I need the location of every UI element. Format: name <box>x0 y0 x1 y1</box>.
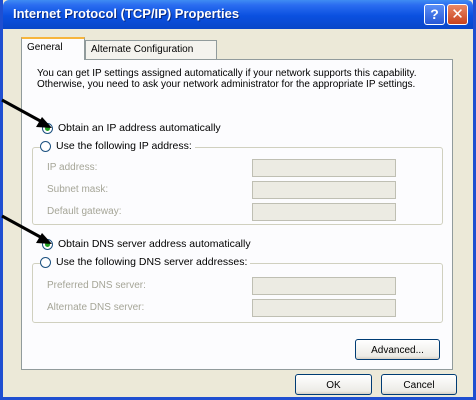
use-following-ip-option[interactable]: Use the following IP address: <box>40 140 195 152</box>
annotation-arrow-ip <box>1 98 52 128</box>
use-following-ip-radio[interactable] <box>40 140 51 152</box>
general-tab-panel: You can get IP settings assigned automat… <box>21 59 453 370</box>
annotation-arrow-dns <box>1 214 52 244</box>
obtain-ip-auto-option[interactable]: Obtain an IP address automatically <box>42 122 221 134</box>
help-button[interactable]: ? <box>424 4 445 25</box>
advanced-button[interactable]: Advanced... <box>355 339 440 360</box>
window-title: Internet Protocol (TCP/IP) Properties <box>13 6 240 21</box>
obtain-ip-auto-label: Obtain an IP address automatically <box>58 122 221 134</box>
alternate-dns-input[interactable] <box>252 299 396 317</box>
ok-button[interactable]: OK <box>295 374 372 395</box>
alternate-dns-label: Alternate DNS server: <box>47 302 145 313</box>
subnet-mask-label: Subnet mask: <box>47 184 109 195</box>
preferred-dns-label: Preferred DNS server: <box>47 280 146 291</box>
default-gateway-input[interactable] <box>252 203 396 221</box>
preferred-dns-input[interactable] <box>252 277 396 295</box>
alternate-dns-row: Alternate DNS server: <box>33 299 442 319</box>
obtain-dns-auto-option[interactable]: Obtain DNS server address automatically <box>42 238 251 250</box>
preferred-dns-row: Preferred DNS server: <box>33 277 442 297</box>
use-following-dns-option[interactable]: Use the following DNS server addresses: <box>40 256 251 268</box>
properties-dialog: Internet Protocol (TCP/IP) Properties ? … <box>0 0 476 400</box>
use-following-dns-radio[interactable] <box>40 256 51 268</box>
title-bar[interactable]: Internet Protocol (TCP/IP) Properties ? … <box>3 0 473 29</box>
obtain-dns-auto-label: Obtain DNS server address automatically <box>58 238 251 250</box>
dns-server-group: Preferred DNS server: Alternate DNS serv… <box>32 263 443 323</box>
tab-general[interactable]: General <box>21 37 85 60</box>
description-text: You can get IP settings assigned automat… <box>37 68 417 90</box>
subnet-mask-input[interactable] <box>252 181 396 199</box>
ip-address-input[interactable] <box>252 159 396 177</box>
tab-alternate-configuration[interactable]: Alternate Configuration <box>85 40 217 60</box>
ip-address-row: IP address: <box>33 159 442 179</box>
use-following-ip-label: Use the following IP address: <box>56 140 192 152</box>
ip-address-group: IP address: Subnet mask: Default gateway… <box>32 147 443 225</box>
use-following-dns-label: Use the following DNS server addresses: <box>56 256 248 268</box>
default-gateway-row: Default gateway: <box>33 203 442 223</box>
ip-address-label: IP address: <box>47 162 98 173</box>
subnet-mask-row: Subnet mask: <box>33 181 442 201</box>
close-button[interactable]: ✕ <box>447 4 468 25</box>
cancel-button[interactable]: Cancel <box>381 374 457 395</box>
